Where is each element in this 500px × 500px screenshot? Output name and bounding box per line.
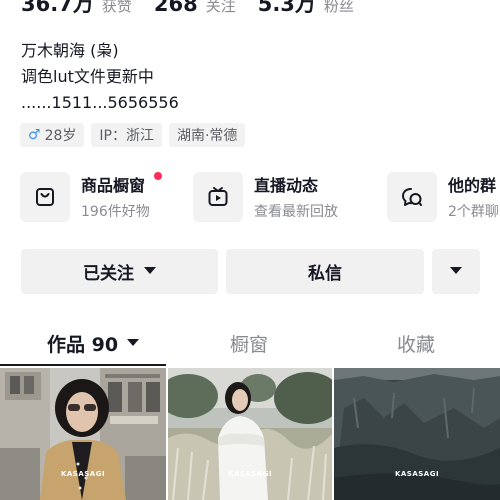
profile-bio: 万木朝海 (枭) 调色lut文件更新中 ......1511...5656556 <box>21 38 179 116</box>
video-thumbnail-2[interactable]: KASASAGI <box>168 368 332 500</box>
tv-icon <box>193 172 243 222</box>
video-thumbnail-2-watermark: KASASAGI <box>227 470 273 478</box>
video-thumbnail-1-image <box>0 368 166 500</box>
likes-label: 获赞 <box>101 0 132 15</box>
male-icon: ♂ <box>28 127 41 143</box>
tab-showcase-label: 橱窗 <box>230 333 269 356</box>
bio-line-1: 万木朝海 (枭) <box>21 41 119 60</box>
tab-works-label: 作品 90 <box>47 333 119 356</box>
ip-text: IP：浙江 <box>99 128 154 144</box>
followed-button-label: 已关注 <box>83 264 134 284</box>
bio-line-3: ......1511...5656556 <box>21 93 179 112</box>
notification-dot <box>154 172 162 180</box>
more-options-button[interactable] <box>432 249 480 294</box>
video-thumbnail-3-watermark: KASASAGI <box>394 470 440 478</box>
profile-tags: ♂ 28岁 IP：浙江 湖南·常德 <box>20 123 246 147</box>
location-tag[interactable]: 湖南·常德 <box>168 123 246 147</box>
video-thumbnail-2-image <box>168 368 332 500</box>
following-count[interactable]: 268 <box>154 0 198 16</box>
following-label: 关注 <box>205 0 236 15</box>
likes-count[interactable]: 36.7万 <box>21 0 94 18</box>
video-thumbnail-1[interactable]: KASASAGI <box>0 368 166 500</box>
shortcut-groups-subtitle: 2个群聊 <box>448 204 499 220</box>
followers-label: 粉丝 <box>323 0 354 15</box>
shortcut-live-subtitle: 查看最新回放 <box>254 204 338 220</box>
message-button-label: 私信 <box>308 264 342 284</box>
shortcut-live-title: 直播动态 <box>254 176 319 195</box>
bio-line-2: 调色lut文件更新中 <box>21 67 154 86</box>
shortcut-shop-window-subtitle: 196件好物 <box>81 204 150 220</box>
ip-tag: IP：浙江 <box>91 123 162 147</box>
message-button[interactable]: 私信 <box>226 249 424 294</box>
profile-stats: 36.7万 获赞 268 关注 5.3万 粉丝 <box>21 0 376 16</box>
age-text: 28岁 <box>44 128 77 144</box>
shortcut-shop-window-title: 商品橱窗 <box>81 176 146 195</box>
chat-icon <box>387 172 437 222</box>
shopping-bag-icon <box>20 172 70 222</box>
chevron-down-icon <box>144 267 156 274</box>
shortcut-groups[interactable]: 他的群 2个群聊 <box>387 172 499 223</box>
video-thumbnail-3[interactable]: KASASAGI <box>334 368 500 500</box>
tab-favorites[interactable]: 收藏 <box>397 326 435 360</box>
video-thumbnail-3-image <box>334 368 500 500</box>
tab-showcase[interactable]: 橱窗 <box>230 326 268 360</box>
video-thumbnail-1-watermark: KASASAGI <box>60 470 106 478</box>
shortcut-groups-title: 他的群 <box>448 176 497 195</box>
tab-works-chevron-icon <box>127 338 140 346</box>
age-tag: ♂ 28岁 <box>20 123 85 147</box>
dropdown-arrow-icon <box>450 267 462 274</box>
location-text: 湖南·常德 <box>176 128 238 144</box>
tab-works[interactable]: 作品 90 <box>47 326 140 360</box>
shortcut-live-updates[interactable]: 直播动态 查看最新回放 <box>193 172 338 223</box>
followed-button[interactable]: 已关注 <box>21 249 218 294</box>
tab-favorites-label: 收藏 <box>397 333 436 356</box>
active-tab-indicator <box>0 364 166 366</box>
shortcut-shop-window[interactable]: 商品橱窗 196件好物 <box>20 172 150 223</box>
followers-count[interactable]: 5.3万 <box>258 0 316 18</box>
